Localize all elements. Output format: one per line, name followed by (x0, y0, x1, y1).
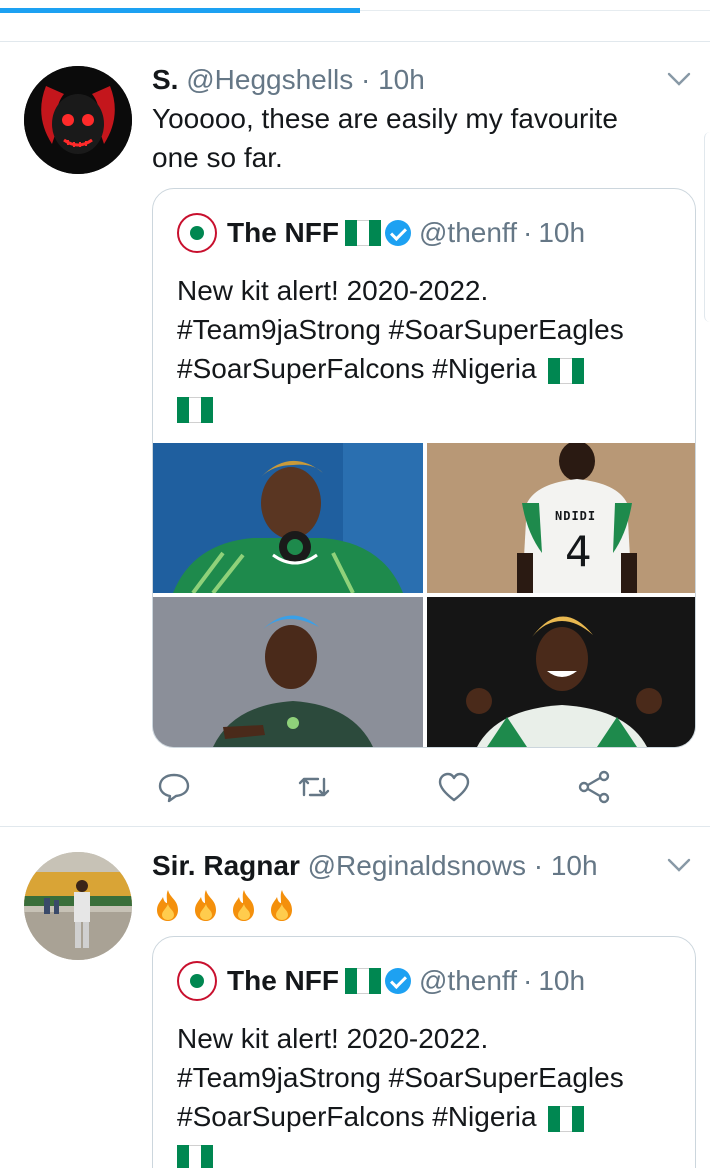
top-tab-bar (0, 0, 710, 42)
tweet-text (152, 888, 298, 922)
quote-handle: @thenff (419, 217, 517, 248)
tweet-header: Sir. Ragnar @Reginaldsnows · 10h (152, 848, 650, 884)
like-icon[interactable] (436, 769, 472, 805)
quote-line: New kit alert! 2020-2022. (177, 275, 489, 306)
tweet[interactable]: S. @Heggshells · 10h Yooooo, these are e… (0, 42, 710, 827)
verified-badge-icon (385, 968, 411, 994)
photo-player-pointing[interactable] (153, 597, 423, 747)
separator: · (533, 850, 544, 881)
quote-display-name: The NFF (227, 965, 339, 996)
quote-text: New kit alert! 2020-2022. #Team9jaStrong… (177, 271, 677, 427)
photo-player-kiss-badge[interactable] (153, 443, 423, 593)
jersey-name: NDIDI (555, 509, 597, 523)
quote-handle: @thenff (419, 965, 517, 996)
tweet[interactable]: Sir. Ragnar @Reginaldsnows · 10h The NFF… (0, 828, 710, 1168)
timestamp[interactable]: 10h (551, 850, 598, 881)
nigeria-flag-icon (548, 1105, 585, 1132)
fire-icon (271, 890, 292, 921)
avatar[interactable] (24, 852, 132, 960)
nigeria-flag-icon (345, 968, 381, 994)
share-icon[interactable] (576, 769, 612, 805)
tweet-header: S. @Heggshells · 10h (152, 62, 650, 98)
user-handle[interactable]: @Heggshells (186, 64, 353, 95)
fire-icon (233, 890, 254, 921)
quote-header: The NFF @thenff · 10h (177, 961, 591, 1001)
nigeria-flag-icon (177, 1144, 213, 1168)
chevron-down-icon[interactable] (666, 852, 692, 878)
verified-badge-icon (385, 220, 411, 246)
separator: · (360, 64, 371, 95)
reply-icon[interactable] (156, 769, 192, 805)
quote-line: #Team9jaStrong #SoarSuperEagles (177, 1062, 624, 1093)
next-card-edge (704, 132, 710, 322)
photo-player-fists[interactable] (427, 597, 695, 747)
fire-icon (195, 890, 216, 921)
quote-header: The NFF @thenff · 10h (177, 213, 591, 253)
nff-logo-avatar (177, 213, 217, 253)
jersey-number: 4 (565, 527, 592, 576)
nff-logo-avatar (177, 961, 217, 1001)
nigeria-flag-icon (345, 220, 381, 246)
active-tab-indicator (0, 8, 360, 13)
nigeria-flag-icon (548, 357, 585, 384)
display-name[interactable]: Sir. Ragnar (152, 850, 300, 881)
quote-line (177, 1136, 677, 1168)
quote-line: #SoarSuperFalcons #Nigeria (177, 1097, 677, 1136)
separator: · (522, 965, 533, 996)
nigeria-flag-icon (177, 396, 213, 423)
tweet-actions (152, 769, 622, 809)
tab-track (360, 10, 710, 11)
quote-timestamp: 10h (538, 217, 586, 248)
quote-text: New kit alert! 2020-2022. #Team9jaStrong… (177, 1019, 677, 1168)
quote-line-text: #SoarSuperFalcons #Nigeria (177, 1101, 537, 1132)
quote-timestamp: 10h (538, 965, 586, 996)
user-handle[interactable]: @Reginaldsnows (308, 850, 526, 881)
display-name[interactable]: S. (152, 64, 178, 95)
retweet-icon[interactable] (296, 769, 332, 805)
avatar[interactable] (24, 66, 132, 174)
chevron-down-icon[interactable] (666, 66, 692, 92)
timestamp[interactable]: 10h (378, 64, 425, 95)
quote-line: #SoarSuperFalcons #Nigeria (177, 349, 677, 388)
quote-line-text: #SoarSuperFalcons #Nigeria (177, 353, 537, 384)
quote-line: #Team9jaStrong #SoarSuperEagles (177, 314, 624, 345)
photo-back-jersey[interactable]: NDIDI 4 (427, 443, 695, 593)
quoted-tweet[interactable]: The NFF @thenff · 10h New kit alert! 202… (152, 936, 696, 1168)
separator: · (522, 217, 533, 248)
quote-display-name: The NFF (227, 217, 339, 248)
quoted-tweet[interactable]: The NFF @thenff · 10h New kit alert! 202… (152, 188, 696, 748)
media-grid: NDIDI 4 (153, 443, 695, 747)
quote-line (177, 388, 677, 427)
tweet-text: Yooooo, these are easily my favourite on… (152, 103, 618, 173)
fire-icon (157, 890, 178, 921)
quote-line: New kit alert! 2020-2022. (177, 1023, 489, 1054)
